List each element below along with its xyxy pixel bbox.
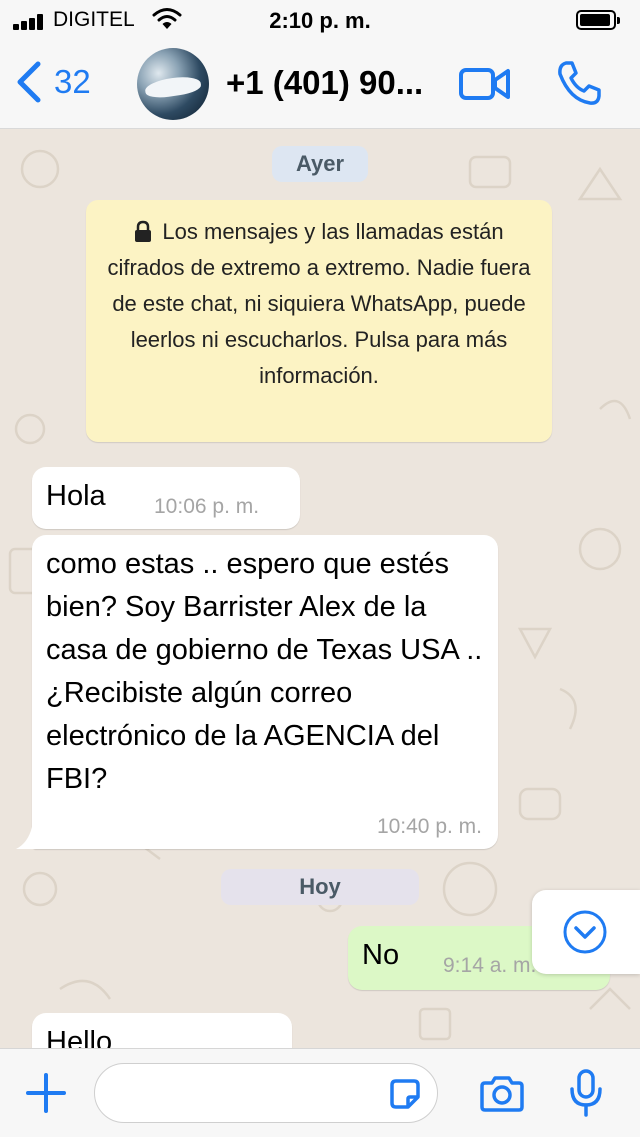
- message-bubble-incoming[interactable]: como estas .. espero que estés bien? Soy…: [32, 535, 498, 849]
- encryption-notice-text: Los mensajes y las llamadas están cifrad…: [107, 219, 531, 388]
- battery-icon: [576, 10, 620, 30]
- back-chevron-icon[interactable]: [14, 60, 44, 104]
- date-divider-yesterday: Ayer: [272, 146, 368, 182]
- status-time: 2:10 p. m.: [269, 8, 371, 33]
- status-bar: DIGITEL 2:10 p. m.: [0, 0, 640, 40]
- chat-header: 32 +1 (401) 90...: [0, 40, 640, 129]
- back-button-count[interactable]: 32: [54, 63, 91, 101]
- message-text: Hello: [46, 1026, 113, 1048]
- message-text: como estas .. espero que estés bien? Soy…: [46, 548, 483, 795]
- avatar[interactable]: [137, 48, 209, 120]
- date-divider-today: Hoy: [221, 869, 419, 905]
- message-time: 9:14 a. m.: [443, 954, 537, 977]
- lock-icon: [135, 220, 152, 242]
- scroll-down-button[interactable]: [532, 890, 640, 974]
- sticker-icon[interactable]: [388, 1077, 422, 1111]
- message-input[interactable]: [94, 1063, 438, 1123]
- plus-icon[interactable]: [26, 1073, 66, 1113]
- encryption-notice[interactable]: Los mensajes y las llamadas están cifrad…: [86, 200, 552, 442]
- camera-icon[interactable]: [478, 1074, 526, 1114]
- message-time: 10:40 p. m.: [376, 815, 482, 838]
- bubble-tail: [16, 827, 38, 849]
- message-text: Hola: [46, 480, 106, 512]
- scroll-down-icon: [563, 910, 607, 954]
- video-call-icon[interactable]: [459, 64, 511, 104]
- message-input-bar: [0, 1048, 640, 1137]
- message-text: No: [362, 939, 400, 971]
- message-bubble-incoming[interactable]: Hello: [32, 1013, 292, 1048]
- battery-level: [580, 14, 611, 26]
- message-bubble-incoming[interactable]: Hola 10:06 p. m.: [32, 467, 300, 529]
- contact-name[interactable]: +1 (401) 90...: [226, 64, 423, 102]
- chat-area[interactable]: Ayer Los mensajes y las llamadas están c…: [0, 129, 640, 1048]
- message-time: 10:06 p. m.: [154, 495, 260, 518]
- phone-icon[interactable]: [556, 60, 602, 106]
- microphone-icon[interactable]: [569, 1069, 603, 1117]
